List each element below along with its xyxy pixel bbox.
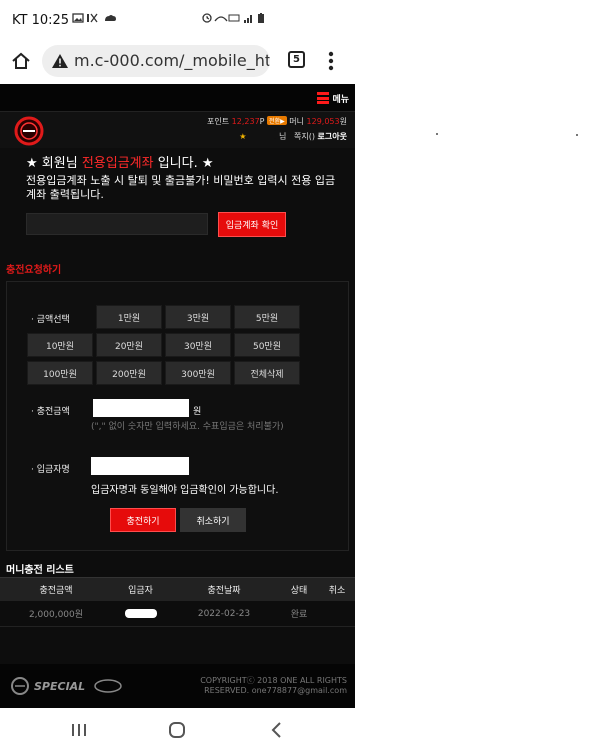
amount-button-100[interactable]: 100만원 [27, 361, 93, 385]
level-star-icon: ★ [239, 132, 247, 141]
table-header: 충전금액 입금자 충전날짜 상태 취소 [0, 577, 355, 601]
notification-icons [72, 12, 124, 27]
point-label: 포인트 [207, 117, 230, 126]
depositor-redacted [124, 609, 157, 618]
column-header-date: 충전날짜 [207, 586, 241, 596]
deposit-account-notice: ★ 회원님 전용입금계좌 입니다. ★ 전용입금계좌 노출 시 탈퇴 및 출금불… [0, 148, 355, 268]
user-account-info: ★ 님 쪽지() 로그아웃 [239, 130, 347, 142]
system-icons [202, 12, 272, 27]
account-password-input[interactable] [26, 213, 208, 235]
column-header-amount: 충전금액 [39, 586, 73, 596]
table-row: 2,000,000원 2022-02-23 완료 [0, 601, 355, 627]
back-icon[interactable] [270, 721, 284, 739]
copyright-line-1: COPYRIGHTⓒ 2018 ONE ALL RIGHTS [200, 676, 347, 685]
system-navigation-bar [0, 708, 355, 750]
notice-title: ★ 회원님 전용입금계좌 입니다. ★ [26, 152, 214, 171]
user-suffix: 님 [279, 132, 287, 141]
charge-amount-input[interactable] [93, 399, 189, 417]
home-icon[interactable] [10, 50, 32, 72]
charge-form: · 금액선택 1만원 3만원 5만원 10만원 20만원 30만원 50만원 1… [6, 281, 349, 551]
row-depositor [112, 601, 169, 626]
footer-logo-text: SPECIAL [34, 680, 85, 693]
amount-button-200[interactable]: 200만원 [96, 361, 162, 385]
convert-badge[interactable]: 전환▶ [267, 116, 287, 125]
home-nav-icon[interactable] [168, 721, 186, 739]
point-value: 12,237 [231, 117, 260, 126]
notice-description: 전용입금계좌 노출 시 탈퇴 및 출금불가! 비밀번호 입력시 전용 입금계좌 … [26, 174, 336, 201]
money-value: 129,053 [306, 117, 340, 126]
warning-icon[interactable] [51, 53, 69, 69]
amount-select-label: · 금액선택 [31, 315, 70, 325]
money-label: 머니 [289, 117, 304, 126]
notice-title-suffix: 입니다. ★ [157, 156, 214, 171]
depositor-label: · 입금자명 [31, 465, 70, 475]
amount-button-1[interactable]: 1만원 [96, 305, 162, 329]
tab-switcher-button[interactable]: 5 [288, 51, 305, 68]
gallery-icon [72, 13, 116, 23]
amount-button-20[interactable]: 20만원 [96, 333, 162, 357]
status-time: KT 10:25 [12, 13, 70, 28]
charge-section-title: 충전요청하기 [6, 265, 62, 276]
column-header-status: 상태 [290, 586, 308, 596]
stray-dot [436, 133, 438, 135]
site-logo[interactable] [12, 116, 46, 146]
point-unit: P [259, 117, 265, 126]
copyright-line-2: RESERVED. one778877@gmail.com [204, 686, 347, 695]
row-cancel [319, 601, 355, 626]
amount-unit: 원 [193, 407, 202, 417]
amount-button-3[interactable]: 3만원 [165, 305, 231, 329]
signal-battery-icon [202, 13, 264, 23]
notice-title-highlight: 전용입금계좌 [81, 156, 154, 171]
amount-button-50[interactable]: 50만원 [234, 333, 300, 357]
url-text: m.c-000.com/_mobile_html/i [74, 51, 270, 70]
column-header-depositor: 입금자 [128, 586, 153, 596]
column-header-cancel: 취소 [328, 586, 346, 596]
money-unit: 원 [339, 117, 347, 126]
menu-label: 메뉴 [332, 94, 349, 105]
site-header: 포인트 12,237P 전환▶ 머니 129,053원 ★ 님 쪽지() 로그아… [0, 112, 355, 148]
check-account-button[interactable]: 입금계좌 확인 [218, 212, 286, 237]
status-bar: KT 10:25 [0, 0, 355, 40]
recent-apps-icon[interactable] [70, 722, 88, 738]
money-charge-table: 충전금액 입금자 충전날짜 상태 취소 2,000,000원 2022-02-2… [0, 577, 355, 627]
depositor-note: 입금자명과 동일해야 입금확인이 가능합니다. [91, 485, 279, 496]
footer-logo: SPECIAL [11, 677, 122, 695]
clear-all-button[interactable]: 전체삭제 [234, 361, 300, 385]
amount-button-10[interactable]: 10만원 [27, 333, 93, 357]
hamburger-icon [317, 92, 330, 104]
menu-button[interactable]: 메뉴 [317, 89, 349, 107]
notice-title-prefix: ★ 회원님 [26, 156, 78, 171]
charge-amount-label: · 충전금액 [31, 407, 70, 417]
depositor-input[interactable] [91, 457, 189, 475]
amount-button-5[interactable]: 5만원 [234, 305, 300, 329]
row-amount: 2,000,000원 [28, 610, 84, 620]
copyright-text: COPYRIGHTⓒ 2018 ONE ALL RIGHTS RESERVED.… [200, 676, 347, 696]
more-vert-icon[interactable] [328, 50, 334, 72]
stray-dot [576, 134, 578, 136]
charge-submit-button[interactable]: 충전하기 [110, 508, 176, 532]
top-navigation: 메뉴 [0, 84, 355, 112]
row-status: 완료 [290, 610, 308, 620]
browser-toolbar: m.c-000.com/_mobile_html/i 5 [0, 40, 355, 84]
row-date: 2022-02-23 [197, 608, 251, 619]
user-balance-info: 포인트 12,237P 전환▶ 머니 129,053원 [207, 116, 347, 127]
webpage: 메뉴 포인트 12,237P 전환▶ 머니 129,053원 ★ 님 쪽지() … [0, 84, 355, 708]
charge-cancel-button[interactable]: 취소하기 [180, 508, 246, 532]
amount-button-30[interactable]: 30만원 [165, 333, 231, 357]
site-footer: SPECIAL COPYRIGHTⓒ 2018 ONE ALL RIGHTS R… [0, 664, 355, 708]
messages-link[interactable]: 쪽지() [294, 132, 315, 141]
address-bar[interactable]: m.c-000.com/_mobile_html/i [42, 45, 270, 77]
username-redacted [246, 130, 277, 139]
logout-link[interactable]: 로그아웃 [318, 132, 347, 141]
money-list-title: 머니충전 리스트 [6, 565, 74, 576]
amount-button-300[interactable]: 300만원 [165, 361, 231, 385]
amount-hint: ("," 없이 숫자만 입력하세요. 수표입금은 처리불가) [91, 422, 284, 432]
